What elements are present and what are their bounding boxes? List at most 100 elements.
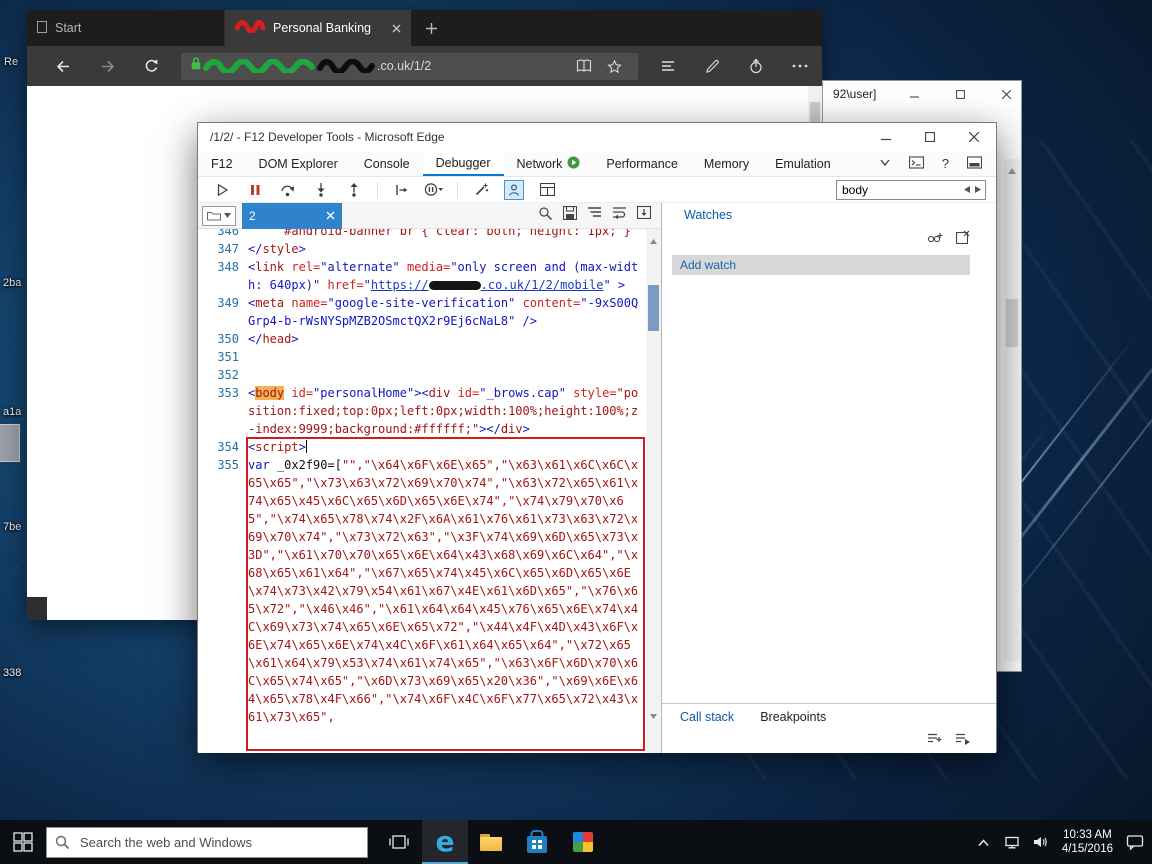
save-icon[interactable] [563,206,577,226]
continue-icon[interactable] [212,180,232,200]
tab-f12[interactable]: F12 [198,151,246,176]
add-watch-row[interactable]: Add watch [672,255,970,275]
refresh-button[interactable] [129,46,173,86]
network-icon[interactable] [999,820,1025,864]
break-on-new-worker-icon[interactable] [391,180,411,200]
tab-dom-explorer[interactable]: DOM Explorer [246,151,351,176]
maximize-icon[interactable] [951,85,969,103]
break-icon[interactable] [245,180,265,200]
edge-taskbar-icon[interactable]: e [422,820,468,864]
format-source-icon[interactable] [587,206,602,226]
favorite-star-icon[interactable] [599,59,629,74]
show-hidden-icons-chevron[interactable] [971,820,997,864]
help-icon[interactable]: ? [942,156,949,171]
code-line: 346 #android-banner br { clear: both; he… [198,229,661,240]
browser-tab-start[interactable]: Start [27,10,225,46]
scroll-up-icon[interactable] [649,232,658,250]
browser-tab-personal-banking[interactable]: Personal Banking [225,10,411,46]
scrollbar-thumb[interactable] [648,285,659,331]
word-wrap-icon[interactable] [612,206,627,226]
just-my-code-icon[interactable] [504,180,524,200]
tab-debugger[interactable]: Debugger [423,151,504,176]
tab-console[interactable]: Console [351,151,423,176]
file-picker-dropdown[interactable] [202,206,236,226]
tab-network[interactable]: Network [504,151,594,176]
file-tab-close-icon[interactable] [326,211,335,220]
background-window-titlebar[interactable]: 92\user] [823,81,1021,107]
scrollbar-thumb[interactable] [1006,299,1018,347]
console-shortcut-icon[interactable] [909,156,924,172]
desktop-icon-label[interactable]: 7be [3,521,21,533]
app-icon[interactable] [560,820,606,864]
redacted-domain-scribble [317,59,375,73]
desktop-icon[interactable] [0,424,20,462]
address-bar[interactable]: .co.uk/1/2 [181,53,638,80]
search-next-icon[interactable] [974,181,982,199]
devtools-search-input[interactable] [837,183,963,197]
taskbar-search[interactable] [46,827,368,858]
taskbar-search-input[interactable] [78,835,367,850]
clock[interactable]: 10:33 AM 4/15/2016 [1055,828,1120,856]
more-actions-icon[interactable] [778,46,822,86]
action-center-icon[interactable] [1122,820,1148,864]
tab-title: Personal Banking [273,21,386,35]
pretty-print-icon[interactable] [471,180,491,200]
clear-watches-icon[interactable] [956,230,970,249]
desktop-icon-label[interactable]: Re [4,56,18,68]
frames-icon[interactable] [537,180,557,200]
tab-emulation[interactable]: Emulation [762,151,844,176]
devtools-title: /1/2/ - F12 Developer Tools - Microsoft … [198,130,445,144]
desktop-icon-label[interactable]: 2ba [3,277,21,289]
step-over-icon[interactable] [278,180,298,200]
maximize-icon[interactable] [908,123,952,151]
devtools-titlebar[interactable]: /1/2/ - F12 Developer Tools - Microsoft … [198,123,996,151]
tab-performance[interactable]: Performance [593,151,691,176]
async-callstack-icon[interactable] [927,732,942,750]
close-icon[interactable] [952,123,996,151]
background-window-scrollbar[interactable] [1004,159,1020,661]
scroll-up-icon[interactable] [1007,162,1017,180]
find-in-files-icon[interactable] [538,206,553,226]
tab-memory[interactable]: Memory [691,151,762,176]
line-number: 353 [198,384,248,402]
break-on-exceptions-icon[interactable] [424,180,444,200]
reading-view-icon[interactable] [569,59,599,73]
editor-scrollbar[interactable] [646,229,661,753]
library-code-icon[interactable] [955,732,970,750]
line-number: 352 [198,366,248,384]
file-explorer-icon[interactable] [468,820,514,864]
forward-button[interactable] [85,46,129,86]
scroll-down-icon[interactable] [649,707,658,725]
minimize-icon[interactable] [905,85,923,103]
step-out-icon[interactable] [344,180,364,200]
search-previous-icon[interactable] [963,181,971,199]
more-tabs-chevron-icon[interactable] [879,156,891,171]
source-code[interactable]: 346 #android-banner br { clear: both; he… [198,229,661,726]
store-bag-icon [527,836,547,853]
desktop-icon-label[interactable]: 338 [3,667,21,679]
devtools-search-box[interactable] [836,180,986,200]
file-tab-2[interactable]: 2 [242,203,342,229]
dock-side-icon[interactable] [967,156,982,172]
code-editor[interactable]: 346 #android-banner br { clear: both; he… [198,229,661,753]
breakpoints-tab[interactable]: Breakpoints [760,710,826,724]
tab-close-icon[interactable] [392,24,401,33]
hub-icon[interactable] [646,46,690,86]
web-note-icon[interactable] [690,46,734,86]
share-icon[interactable] [734,46,778,86]
call-stack-tab[interactable]: Call stack [680,710,734,724]
windows-logo-icon [13,832,33,852]
task-view-button[interactable] [376,820,422,864]
minimize-icon[interactable] [864,123,908,151]
new-tab-button[interactable] [411,10,451,46]
step-into-icon[interactable] [311,180,331,200]
close-icon[interactable] [997,85,1015,103]
add-watch-icon[interactable] [927,230,943,249]
back-button[interactable] [41,46,85,86]
start-button[interactable] [0,820,46,864]
edge-logo: e [436,828,455,856]
source-options-icon[interactable] [637,206,651,226]
desktop-icon-label[interactable]: a1a [3,406,21,418]
volume-icon[interactable] [1027,820,1053,864]
store-icon[interactable] [514,820,560,864]
